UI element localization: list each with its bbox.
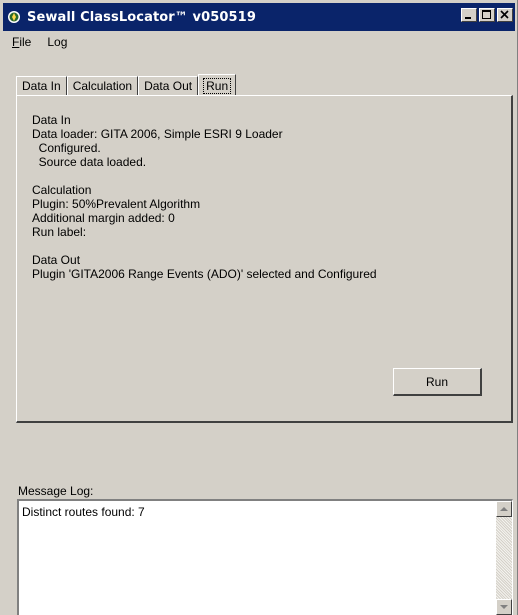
arrow-down-icon (500, 605, 508, 609)
menu-log[interactable]: Log (38, 35, 74, 49)
menu-file-label: ile (19, 35, 32, 49)
summary-line: Plugin: 50%Prevalent Algorithm (32, 197, 201, 211)
message-log-box[interactable]: Distinct routes found: 7 (17, 499, 513, 615)
window-controls (461, 8, 513, 22)
summary-line: Data In (32, 113, 71, 127)
scroll-down-button[interactable] (496, 599, 512, 615)
message-log-scrollbar[interactable] (496, 501, 512, 615)
tab-label: Data Out (144, 79, 193, 93)
summary-line (32, 169, 377, 183)
message-log-label: Message Log: (18, 484, 94, 498)
menu-file[interactable]: File (3, 35, 38, 49)
summary-line: Run label: (32, 225, 87, 239)
close-button[interactable] (497, 8, 513, 22)
scroll-up-button[interactable] (496, 501, 512, 517)
maximize-icon (482, 10, 491, 19)
tab-label: Run (203, 77, 232, 94)
summary-line: Additional margin added: 0 (32, 211, 175, 225)
arrow-up-icon (500, 507, 508, 511)
tab-data-out[interactable]: Data Out (138, 76, 199, 95)
run-button[interactable]: Run (393, 368, 482, 396)
close-icon (500, 10, 509, 19)
summary-line: Plugin 'GITA2006 Range Events (ADO)' sel… (32, 267, 377, 281)
summary-line: Data loader: GITA 2006, Simple ESRI 9 Lo… (32, 127, 283, 141)
tab-label: Calculation (72, 79, 133, 93)
run-summary: Data In Data loader: GITA 2006, Simple ES… (32, 113, 377, 281)
window-title: Sewall ClassLocator™ v050519 (27, 9, 256, 25)
tab-label: Data In (22, 79, 61, 93)
tab-strip: Data In Calculation Data Out Run (16, 73, 237, 96)
summary-line: Configured. (32, 141, 101, 155)
tab-run[interactable]: Run (198, 74, 237, 96)
maximize-button[interactable] (479, 8, 495, 22)
minimize-button[interactable] (461, 8, 477, 22)
app-window: Sewall ClassLocator™ v050519 File Log Da… (0, 0, 518, 615)
summary-line: Data Out (32, 253, 81, 267)
summary-line (32, 239, 377, 253)
tab-data-in[interactable]: Data In (16, 76, 67, 95)
app-icon[interactable] (6, 9, 22, 25)
minimize-icon (465, 17, 471, 19)
summary-line: Source data loaded. (32, 155, 147, 169)
menu-bar: File Log (3, 31, 515, 53)
tab-calculation[interactable]: Calculation (66, 76, 139, 95)
summary-line: Calculation (32, 183, 92, 197)
message-log-text: Distinct routes found: 7 (22, 505, 145, 519)
title-bar[interactable]: Sewall ClassLocator™ v050519 (3, 3, 515, 31)
run-tab-panel: Data In Data loader: GITA 2006, Simple ES… (16, 95, 513, 423)
